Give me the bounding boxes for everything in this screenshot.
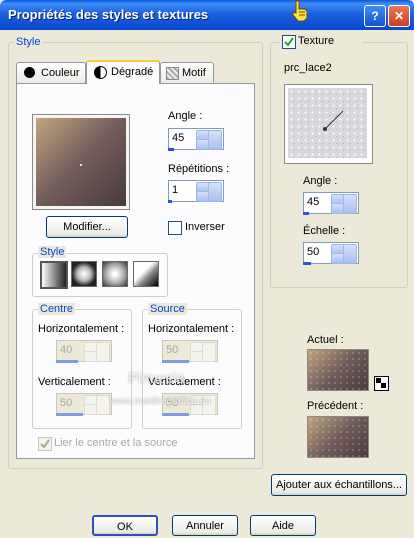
tab-motif[interactable]: Motif xyxy=(160,62,214,83)
radial-style-button[interactable] xyxy=(133,261,159,287)
repetitions-spinbox[interactable]: 1 xyxy=(168,180,224,202)
link-centre-source-label: Lier le centre et la source xyxy=(54,437,178,449)
reset-swatch-icon[interactable] xyxy=(374,376,389,391)
texture-angle-slider-bar[interactable] xyxy=(303,212,309,215)
close-button[interactable]: ✕ xyxy=(388,5,410,27)
texture-scale-slider-bar[interactable] xyxy=(303,262,311,265)
source-horizontal-slider-bar[interactable] xyxy=(162,360,189,363)
texture-scale-value: 50 xyxy=(307,246,320,258)
centre-vertical-value: 50 xyxy=(60,397,73,409)
pattern-icon xyxy=(166,67,179,80)
invert-label: Inverser xyxy=(185,221,225,233)
modify-button[interactable]: Modifier... xyxy=(46,216,128,238)
texture-preview-frame[interactable] xyxy=(284,84,373,164)
watermark-text: Pinuccia xyxy=(128,370,185,387)
previous-swatch[interactable] xyxy=(307,416,369,458)
repetitions-value: 1 xyxy=(172,184,179,196)
chevron-down-icon[interactable] xyxy=(208,130,222,150)
texture-angle-value: 45 xyxy=(307,196,320,208)
help-button[interactable]: Aide xyxy=(250,515,316,536)
watermark-url: www.maidiregrafica.eu xyxy=(110,396,211,407)
centre-vertical-slider-bar[interactable] xyxy=(56,413,83,416)
style-group-label: Style xyxy=(14,36,43,48)
tab-degrade-label: Dégradé xyxy=(111,66,154,78)
linear-style-button[interactable] xyxy=(40,261,68,289)
window-title: Propriétés des styles et textures xyxy=(8,7,209,22)
angle-spinbox[interactable]: 45 xyxy=(168,128,224,150)
source-horizontal-label: Horizontalement : xyxy=(148,323,235,335)
help-title-button[interactable]: ? xyxy=(364,5,386,27)
texture-name: prc_lace2 xyxy=(284,62,332,74)
centre-vertical-spinbox[interactable]: 50 xyxy=(56,393,112,415)
centre-horizontal-value: 40 xyxy=(60,344,73,356)
texture-angle-label: Angle : xyxy=(303,175,338,187)
centre-horizontal-label: Horizontalement : xyxy=(38,323,125,335)
gradient-style-label: Style xyxy=(38,246,67,258)
add-to-swatches-button[interactable]: Ajouter aux échantillons... xyxy=(271,474,407,496)
title-bar[interactable]: Propriétés des styles et textures ? ✕ xyxy=(0,0,414,30)
tab-couleur[interactable]: Couleur xyxy=(16,62,86,83)
tab-degrade[interactable]: Dégradé xyxy=(86,60,160,84)
chevron-down-icon[interactable] xyxy=(208,182,222,202)
checkmark-icon xyxy=(40,439,50,449)
sunburst-style-button[interactable] xyxy=(102,261,128,287)
texture-scale-label: Échelle : xyxy=(303,225,346,237)
gradient-preview-frame[interactable] xyxy=(32,114,130,210)
chevron-down-icon[interactable] xyxy=(96,342,110,362)
chevron-down-icon[interactable] xyxy=(202,342,216,362)
current-swatch[interactable] xyxy=(307,349,369,391)
chevron-down-icon[interactable] xyxy=(96,395,110,415)
checkmark-icon xyxy=(284,37,294,47)
source-group-label: Source xyxy=(148,303,187,315)
tab-motif-label: Motif xyxy=(182,67,206,79)
chevron-down-icon[interactable] xyxy=(343,194,357,214)
texture-angle-indicator-icon xyxy=(323,110,344,131)
rectangular-style-button[interactable] xyxy=(71,261,97,287)
tab-couleur-label: Couleur xyxy=(41,67,80,79)
texture-scale-spinbox[interactable]: 50 xyxy=(303,242,359,264)
texture-angle-spinbox[interactable]: 45 xyxy=(303,192,359,214)
centre-group-label: Centre xyxy=(38,303,76,315)
repetitions-slider-bar[interactable] xyxy=(168,200,172,203)
repetitions-label: Répétitions : xyxy=(168,163,230,175)
current-label: Actuel : xyxy=(307,334,344,346)
source-horizontal-value: 50 xyxy=(166,344,179,356)
ok-button[interactable]: OK xyxy=(92,515,158,536)
centre-horizontal-spinbox[interactable]: 40 xyxy=(56,340,112,362)
angle-value: 45 xyxy=(172,132,185,144)
chevron-down-icon[interactable] xyxy=(343,244,357,264)
texture-label: Texture xyxy=(298,35,335,47)
invert-checkbox[interactable] xyxy=(168,221,182,235)
source-horizontal-spinbox[interactable]: 50 xyxy=(162,340,218,362)
previous-label: Précédent : xyxy=(307,400,364,412)
link-centre-source-checkbox[interactable] xyxy=(38,437,52,451)
source-vertical-slider-bar[interactable] xyxy=(162,413,189,416)
angle-label: Angle : xyxy=(168,110,203,122)
hand-cursor-icon xyxy=(292,0,308,22)
reset-swatch-square-b xyxy=(381,383,386,388)
centre-horizontal-slider-bar[interactable] xyxy=(56,360,78,363)
texture-checkbox[interactable] xyxy=(282,35,296,49)
solid-color-icon xyxy=(24,67,35,78)
centre-vertical-label: Verticalement : xyxy=(38,376,111,388)
gradient-preview[interactable] xyxy=(36,118,126,206)
angle-slider-bar[interactable] xyxy=(168,148,174,151)
cancel-button[interactable]: Annuler xyxy=(172,515,238,536)
gradient-icon xyxy=(94,66,107,79)
gradient-center-marker[interactable] xyxy=(80,164,82,166)
